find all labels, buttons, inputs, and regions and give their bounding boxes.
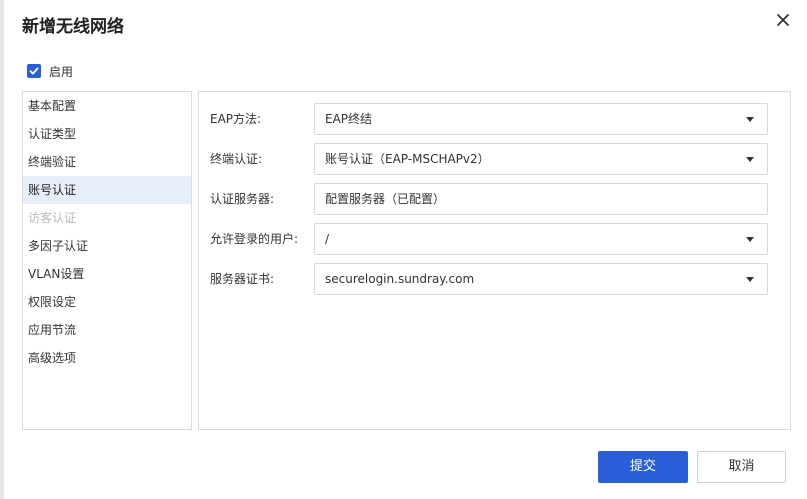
- nav-item-vlan-settings[interactable]: VLAN设置: [23, 260, 191, 288]
- nav-item-basic-config[interactable]: 基本配置: [23, 92, 191, 120]
- enable-label: 启用: [49, 64, 74, 79]
- server-cert-value: securelogin.sundray.com: [325, 272, 475, 286]
- allowed-users-value: /: [325, 232, 330, 246]
- caret-down-icon: [746, 117, 754, 122]
- settings-nav: 基本配置 认证类型 终端验证 账号认证 访客认证 多因子认证 VLAN设置 权限…: [22, 91, 192, 430]
- caret-down-icon: [746, 237, 754, 242]
- auth-server-field[interactable]: 配置服务器（已配置）: [314, 183, 768, 215]
- auth-server-value: 配置服务器（已配置）: [325, 192, 446, 206]
- nav-item-account-auth[interactable]: 账号认证: [23, 176, 191, 204]
- account-auth-form: EAP方法: EAP终结 终端认证: 账号认证（EAP-MSCHAPv2） 认证…: [198, 91, 791, 430]
- dialog-title: 新增无线网络: [22, 17, 124, 37]
- new-wireless-network-dialog: 新增无线网络 启用 基本配置 认证类型 终端验证 账号认证 访客认证 多因子认证…: [4, 0, 807, 499]
- nav-item-auth-type[interactable]: 认证类型: [23, 120, 191, 148]
- nav-item-permission-settings[interactable]: 权限设定: [23, 288, 191, 316]
- allowed-users-select[interactable]: /: [314, 223, 768, 255]
- terminal-auth-select[interactable]: 账号认证（EAP-MSCHAPv2）: [314, 143, 768, 175]
- caret-down-icon: [746, 157, 754, 162]
- eap-method-label: EAP方法:: [210, 112, 262, 126]
- terminal-auth-value: 账号认证（EAP-MSCHAPv2）: [325, 152, 490, 166]
- eap-method-select[interactable]: EAP终结: [314, 103, 768, 135]
- submit-button[interactable]: 提交: [598, 451, 688, 483]
- server-cert-select[interactable]: securelogin.sundray.com: [314, 263, 768, 295]
- allowed-users-label: 允许登录的用户:: [210, 232, 299, 246]
- nav-item-advanced-options[interactable]: 高级选项: [23, 344, 191, 372]
- caret-down-icon: [746, 277, 754, 282]
- server-cert-label: 服务器证书:: [210, 272, 275, 286]
- close-icon[interactable]: [773, 10, 793, 30]
- cancel-button[interactable]: 取消: [697, 451, 786, 483]
- nav-item-guest-auth: 访客认证: [28, 211, 77, 225]
- nav-item-terminal-verify[interactable]: 终端验证: [23, 148, 191, 176]
- nav-item-multi-factor-auth[interactable]: 多因子认证: [23, 232, 191, 260]
- terminal-auth-label: 终端认证:: [210, 152, 263, 166]
- eap-method-value: EAP终结: [325, 112, 373, 126]
- auth-server-label: 认证服务器:: [210, 192, 275, 206]
- enable-row: 启用: [27, 62, 73, 80]
- enable-checkbox[interactable]: [27, 64, 41, 78]
- nav-item-app-throttle[interactable]: 应用节流: [23, 316, 191, 344]
- check-icon: [29, 67, 39, 75]
